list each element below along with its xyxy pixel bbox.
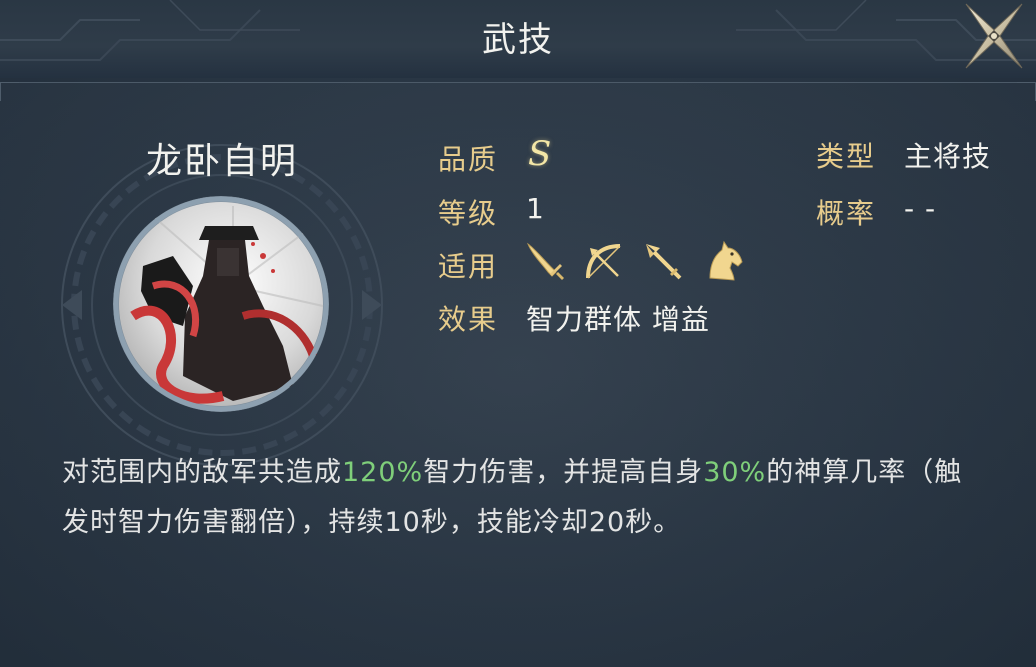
- quality-value: S: [528, 134, 552, 174]
- bow-icon: [586, 244, 621, 279]
- hero-portrait-image: [113, 196, 329, 412]
- close-button[interactable]: [958, 0, 1030, 72]
- description-text: 对范围内的敌军共造成: [62, 457, 342, 488]
- chance-value: - -: [904, 192, 937, 225]
- type-label: 类型: [816, 140, 877, 173]
- level-label: 等级: [438, 197, 499, 230]
- header-bar: 武技: [0, 0, 1036, 78]
- effect-label: 效果: [438, 303, 499, 336]
- skill-detail-panel: 武技 龙卧自明 品质 S 等级 1 适用 效果 智力群体 增益 类型 主将技 概…: [0, 0, 1036, 667]
- spear-icon: [646, 244, 682, 280]
- sword-icon: [526, 242, 564, 280]
- skill-portrait: [113, 196, 329, 412]
- effect-value: 智力群体 增益: [526, 303, 710, 336]
- crit-chance-percent: 30%: [703, 457, 767, 488]
- skill-name: 龙卧自明: [145, 141, 298, 182]
- quality-label: 品质: [438, 143, 499, 176]
- chance-label: 概率: [816, 197, 877, 230]
- frame-corner: [0, 82, 19, 101]
- apply-label: 适用: [438, 250, 499, 283]
- skill-description: 对范围内的敌军共造成120%智力伤害，并提高自身30%的神算几率（触发时智力伤害…: [62, 448, 982, 548]
- close-icon: [965, 3, 1023, 69]
- horse-icon: [709, 240, 743, 281]
- damage-percent: 120%: [342, 457, 424, 488]
- description-text: 智力伤害，并提高自身: [423, 457, 704, 488]
- frame-corner: [1017, 82, 1036, 101]
- level-value: 1: [526, 192, 545, 225]
- page-title: 武技: [482, 20, 554, 60]
- type-value: 主将技: [904, 140, 992, 173]
